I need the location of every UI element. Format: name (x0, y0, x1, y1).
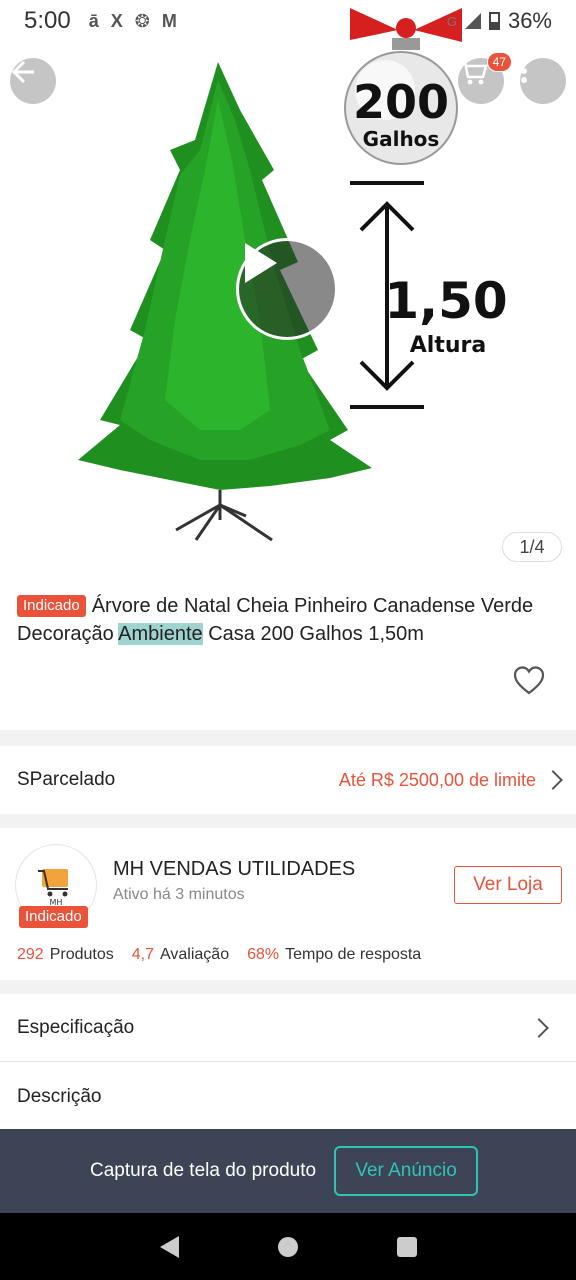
height-value: 1,50 (384, 272, 507, 330)
signal-icon (464, 13, 481, 29)
store-name[interactable]: MH VENDAS UTILIDADES (113, 858, 355, 881)
notification-icon: ā (88, 10, 99, 31)
ornament-number: 200 (353, 75, 449, 129)
screenshot-capture-bar: Captura de tela do produto Ver Anúncio (0, 1129, 576, 1213)
gmail-icon: M (161, 10, 177, 31)
cart-button[interactable]: 47 (458, 52, 512, 104)
capture-label: Captura de tela do produto (90, 1160, 317, 1181)
section-divider (0, 980, 576, 994)
specification-row[interactable]: Especificação (0, 994, 576, 1062)
back-button[interactable] (10, 58, 56, 104)
battery-percent: 36% (507, 8, 552, 33)
section-divider (0, 814, 576, 828)
store-indicado-badge: Indicado (19, 906, 88, 928)
nav-recents-icon[interactable] (396, 1236, 417, 1257)
chevron-right-icon (529, 1017, 549, 1038)
notification-icons: ā X ❂ M (89, 11, 177, 32)
ornament-label: Galhos (363, 127, 440, 151)
section-divider (0, 730, 576, 746)
store-logo-icon: MH (38, 869, 68, 907)
play-video-button[interactable] (236, 238, 338, 340)
product-title-section: Indicado Árvore de Natal Cheia Pinheiro C… (0, 576, 576, 730)
store-card: MH Indicado MH VENDAS UTILIDADES Ativo h… (0, 828, 576, 980)
android-navigation-bar (0, 1213, 576, 1280)
stat-rating: 4,7 Avaliação (131, 946, 230, 963)
more-options-button[interactable] (520, 58, 566, 104)
parcelado-limit: Até R$ 2500,00 de limite (338, 769, 536, 790)
favorite-button[interactable] (512, 664, 546, 698)
play-icon (245, 243, 277, 283)
stat-response-time: 68% Tempo de resposta (247, 946, 422, 963)
arrow-left-icon (11, 60, 34, 84)
cart-icon (460, 60, 488, 85)
store-active-status: Ativo há 3 minutos (113, 886, 245, 903)
parcelado-label: SParcelado (17, 769, 116, 790)
stat-products: 292 Produtos (17, 946, 114, 963)
nav-home-icon[interactable] (277, 1236, 298, 1257)
image-page-indicator: 1/4 (502, 532, 562, 562)
product-image-gallery[interactable]: 200 Galhos 1,50 Altura 47 1/4 (0, 0, 576, 576)
indicado-badge: Indicado (17, 595, 86, 617)
battery-icon (488, 12, 500, 30)
system-icons: G 36% (447, 8, 552, 34)
description-row[interactable]: Descrição (0, 1063, 576, 1131)
product-title: Indicado Árvore de Natal Cheia Pinheiro C… (17, 592, 560, 648)
x-icon: X (110, 10, 123, 31)
description-label: Descrição (17, 1086, 102, 1107)
network-label: G (446, 13, 457, 29)
store-stats: 292 Produtos 4,7 Avaliação 68% Tempo de res… (17, 946, 421, 964)
chevron-right-icon (543, 770, 563, 790)
tree-stand (175, 490, 273, 542)
product-title-highlight: Ambiente (118, 623, 203, 645)
visit-store-button[interactable]: Ver Loja (454, 866, 562, 904)
height-label: Altura (410, 333, 486, 358)
nav-back-icon[interactable] (159, 1235, 179, 1258)
notification-icon: ❂ (134, 10, 150, 31)
specification-label: Especificação (17, 1016, 135, 1038)
heart-icon (513, 666, 545, 695)
status-bar: 5:00 ā X ❂ M G 36% (0, 0, 576, 42)
status-time: 5:00 (24, 7, 71, 34)
view-ad-button[interactable]: Ver Anúncio (334, 1146, 479, 1196)
cart-count-badge: 47 (486, 52, 512, 72)
product-title-part: Casa 200 Galhos 1,50m (202, 623, 424, 645)
parcelado-row[interactable]: SParcelado Até R$ 2500,00 de limite (0, 746, 576, 814)
more-vertical-icon (521, 59, 527, 83)
